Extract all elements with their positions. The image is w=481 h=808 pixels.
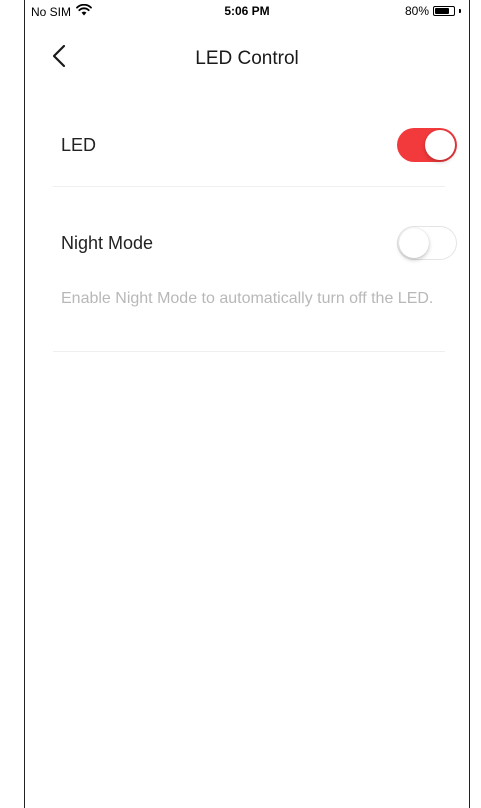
toggle-knob <box>425 130 455 160</box>
led-label: LED <box>61 135 97 155</box>
status-bar: No SIM 5:06 PM 80% <box>25 0 469 22</box>
battery-tip <box>459 9 461 13</box>
led-toggle[interactable] <box>397 128 457 162</box>
setting-row-led: LED <box>61 128 457 162</box>
nav-bar: LED Control <box>25 30 469 86</box>
status-right: 80% <box>405 4 461 18</box>
setting-row-night-mode: Night Mode <box>61 226 457 260</box>
battery-percent: 80% <box>404 4 429 18</box>
battery-fill <box>435 8 450 14</box>
phone-screen: No SIM 5:06 PM 80% LED Control LED Night… <box>24 0 470 808</box>
battery-icon <box>433 6 455 16</box>
night-mode-toggle[interactable] <box>397 226 457 260</box>
divider <box>53 351 445 352</box>
toggle-knob <box>399 228 429 258</box>
divider <box>53 186 445 187</box>
page-title: LED Control <box>195 48 299 69</box>
night-mode-label: Night Mode <box>61 233 154 253</box>
status-time: 5:06 PM <box>224 4 270 18</box>
night-mode-description: Enable Night Mode to automatically turn … <box>61 290 434 307</box>
